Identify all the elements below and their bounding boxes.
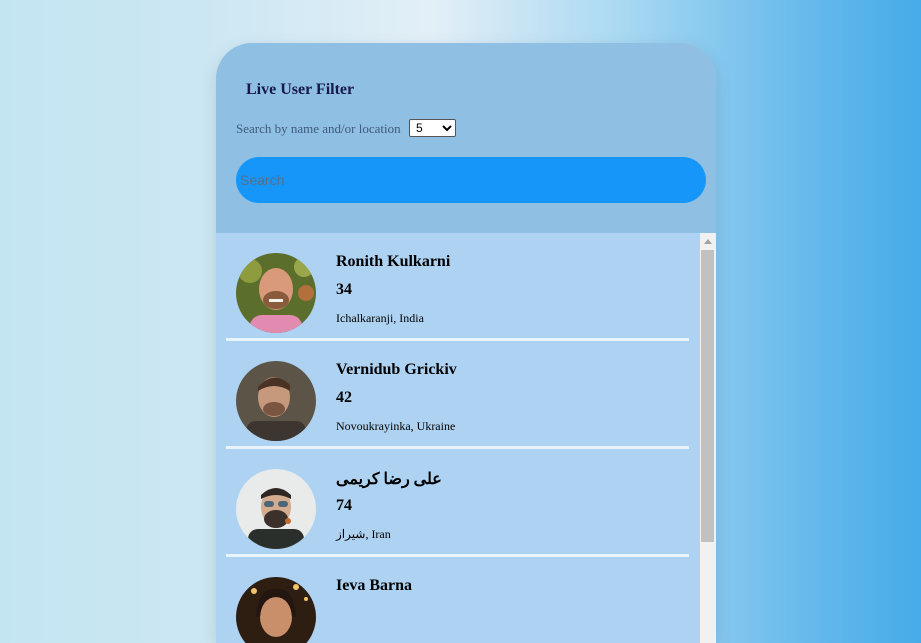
user-location: شیراز, Iran: [336, 527, 391, 541]
list-item: Vernidub Grickiv 42 Novoukrayinka, Ukrai…: [226, 341, 689, 449]
filter-header: Live User Filter Search by name and/or l…: [216, 43, 716, 233]
user-name: علی رضا کریمی: [336, 471, 442, 488]
list-item: Ieva Barna: [226, 557, 689, 643]
user-filter-card: Live User Filter Search by name and/or l…: [216, 43, 716, 643]
user-age: 74: [336, 497, 352, 514]
user-location: Ichalkaranji, India: [336, 311, 424, 325]
user-name: Ronith Kulkarni: [336, 253, 451, 270]
list-item: علی رضا کریمی 74 شیراز, Iran: [226, 449, 689, 557]
user-age: 42: [336, 389, 352, 406]
user-name: Ieva Barna: [336, 577, 412, 594]
avatar: [236, 361, 316, 441]
user-name: Vernidub Grickiv: [336, 361, 457, 378]
page-title: Live User Filter: [246, 81, 355, 98]
user-list[interactable]: Ronith Kulkarni 34 Ichalkaranji, India V…: [216, 233, 700, 643]
avatar: [236, 577, 316, 643]
list-scrollbar[interactable]: [700, 233, 716, 643]
list-item: Ronith Kulkarni 34 Ichalkaranji, India: [226, 233, 689, 341]
search-hint-label: Search by name and/or location: [236, 121, 401, 136]
user-location: Novoukrayinka, Ukraine: [336, 419, 456, 433]
search-input[interactable]: [236, 157, 706, 203]
result-count-select[interactable]: 5: [409, 119, 456, 137]
user-age: 34: [336, 281, 352, 298]
avatar: [236, 253, 316, 333]
scrollbar-thumb[interactable]: [701, 250, 714, 542]
scroll-up-arrow-icon[interactable]: [704, 239, 712, 244]
avatar: [236, 469, 316, 549]
